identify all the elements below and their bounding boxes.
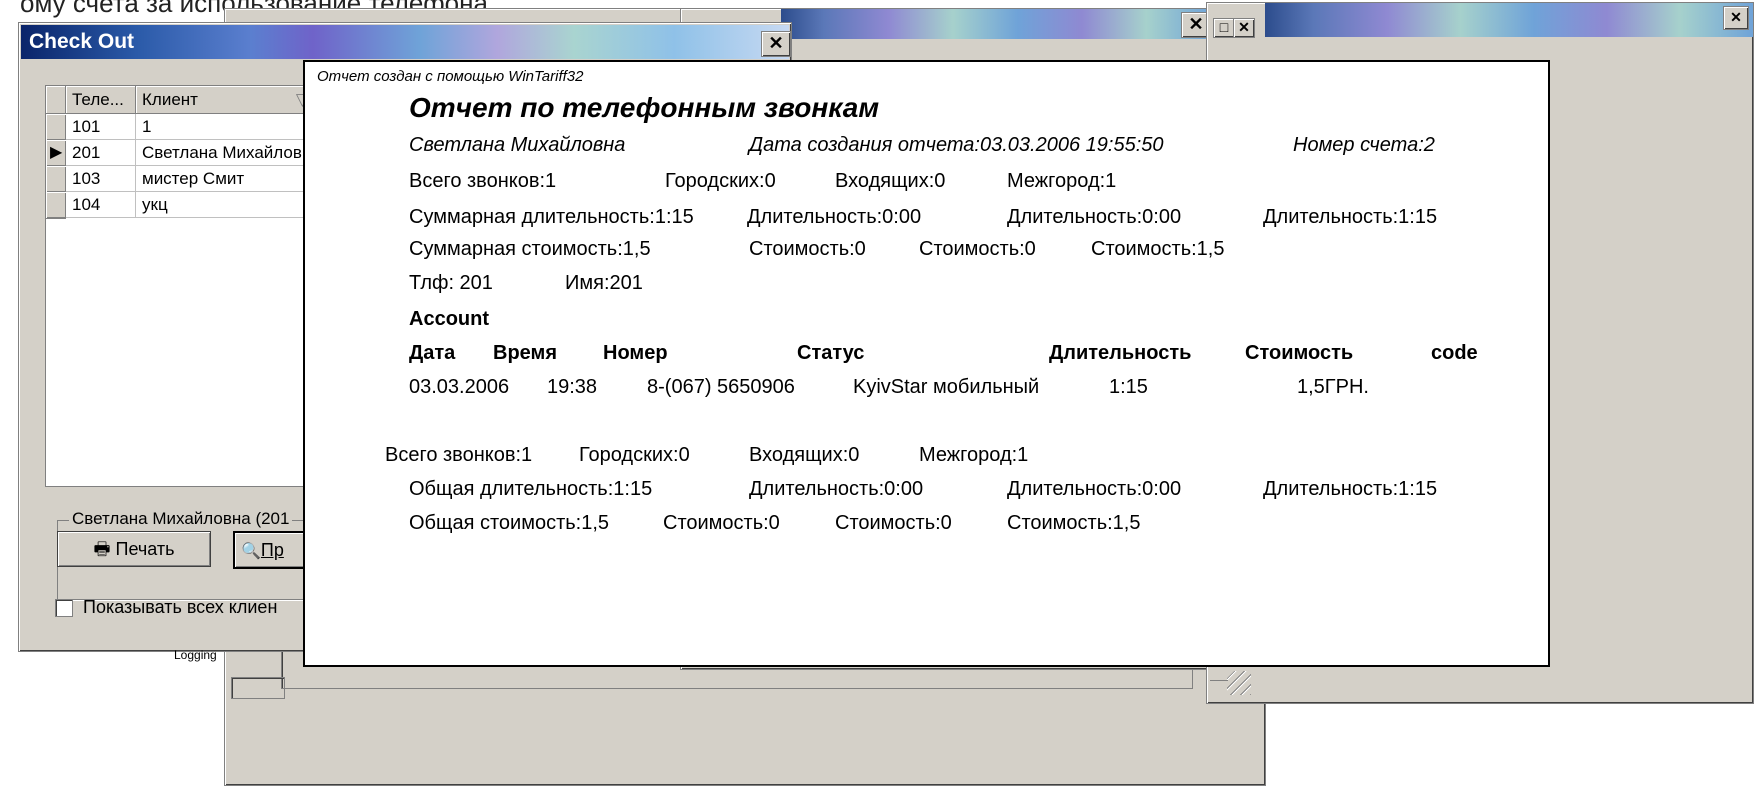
current-row-arrow-icon: ▶: [50, 144, 63, 161]
cell-client: мистер Смит: [136, 166, 316, 192]
checkout-titlebar[interactable]: Check Out: [21, 25, 789, 59]
close-icon[interactable]: ✕: [1723, 6, 1749, 30]
restore-icon[interactable]: □: [1213, 18, 1235, 38]
show-all-clients-checkbox[interactable]: [55, 599, 73, 617]
grid-header-client[interactable]: Клиент ▽: [136, 86, 316, 114]
cell-phone: 104: [66, 192, 136, 218]
call-cost: 1,5ГРН.: [1297, 376, 1369, 398]
window-title: Check Out: [29, 30, 135, 53]
summary-intercity: Межгород:1: [1007, 170, 1117, 192]
printer-icon: 🖶: [93, 539, 111, 559]
background-window-right-edge: [1210, 670, 1228, 681]
show-all-clients-label: Показывать всех клиен: [83, 597, 278, 617]
table-header-code: code: [1431, 342, 1478, 364]
footer-cost-local: Стоимость:0: [663, 512, 780, 534]
table-header-cost: Стоимость: [1245, 342, 1354, 364]
background-window-status-field: [231, 677, 285, 699]
row-indicator: [46, 166, 66, 193]
footer-total-duration: Общая длительность:1:15: [409, 478, 653, 500]
cell-client: Светлана Михайловна: [136, 140, 316, 166]
cell-phone: 101: [66, 114, 136, 140]
resize-grip[interactable]: [1227, 671, 1251, 695]
table-header-duration: Длительность: [1049, 342, 1192, 364]
cell-client: 1: [136, 114, 316, 140]
report-name: Имя:201: [565, 272, 643, 294]
clients-grid[interactable]: Теле... Клиент ▽ Да 101 1 24 ▶ 201 Светл…: [45, 85, 347, 487]
call-date: 03.03.2006: [409, 376, 510, 398]
print-button[interactable]: 🖶 Печать: [57, 531, 211, 567]
cell-client: укц: [136, 192, 316, 218]
table-row[interactable]: 104 укц 24: [46, 192, 346, 219]
summary-dur-local: Длительность:0:00: [747, 206, 922, 228]
groupbox-label: Светлана Михайловна (201: [69, 509, 293, 529]
footer-dur-local: Длительность:0:00: [749, 478, 924, 500]
row-indicator: [46, 114, 66, 141]
table-header-time: Время: [493, 342, 557, 364]
call-number: 8-(067) 5650906: [647, 376, 795, 398]
print-button-label: Печать: [115, 539, 175, 559]
close-icon[interactable]: ✕: [761, 31, 791, 57]
footer-total-calls: Всего звонков:1: [385, 444, 533, 466]
magnifier-icon: 🔍: [241, 543, 261, 560]
summary-dur-incoming: Длительность:0:00: [1007, 206, 1182, 228]
summary-dur-intercity: Длительность:1:15: [1263, 206, 1438, 228]
summary-cost-intercity: Стоимость:1,5: [1091, 238, 1225, 260]
report-window: Отчет создан с помощью WinTariff32 Отчет…: [303, 60, 1550, 667]
report-account-number: Номер счета:2: [1293, 134, 1435, 156]
table-header-date: Дата: [409, 342, 456, 364]
summary-total-cost: Суммарная стоимость:1,5: [409, 238, 651, 260]
table-row[interactable]: ▶ 201 Светлана Михайловна 03: [46, 140, 346, 167]
cell-phone: 103: [66, 166, 136, 192]
report-phone: Тлф: 201: [409, 272, 493, 294]
call-time: 19:38: [547, 376, 598, 398]
summary-local: Городских:0: [665, 170, 776, 192]
summary-cost-local: Стоимость:0: [749, 238, 866, 260]
summary-cost-incoming: Стоимость:0: [919, 238, 1036, 260]
footer-cost-incoming: Стоимость:0: [835, 512, 952, 534]
row-indicator: [46, 192, 66, 219]
table-header-status: Статус: [797, 342, 865, 364]
footer-dur-intercity: Длительность:1:15: [1263, 478, 1438, 500]
summary-total-calls: Всего звонков:1: [409, 170, 557, 192]
preview-button-label: Пр: [260, 540, 284, 560]
call-status: KyivStar мобильный: [853, 376, 1040, 398]
grid-header-phone[interactable]: Теле...: [66, 86, 136, 114]
close-icon[interactable]: ✕: [1233, 18, 1255, 38]
report-client-name: Светлана Михайловна: [409, 134, 626, 156]
grid-header-indicator: [46, 86, 66, 114]
footer-incoming: Входящих:0: [749, 444, 860, 466]
table-header-number: Номер: [603, 342, 668, 364]
call-duration: 1:15: [1109, 376, 1148, 398]
report-title: Отчет по телефонным звонкам: [409, 92, 880, 123]
report-created-with: Отчет создан с помощью WinTariff32: [317, 68, 584, 85]
logging-label: Logging: [174, 648, 217, 662]
row-indicator: ▶: [46, 140, 66, 167]
summary-incoming: Входящих:0: [835, 170, 946, 192]
report-section-account: Account: [409, 308, 489, 330]
footer-total-cost: Общая стоимость:1,5: [409, 512, 610, 534]
footer-local: Городских:0: [579, 444, 690, 466]
footer-intercity: Межгород:1: [919, 444, 1029, 466]
cell-phone: 201: [66, 140, 136, 166]
summary-total-duration: Суммарная длительность:1:15: [409, 206, 694, 228]
table-row[interactable]: 101 1 24: [46, 114, 346, 141]
grid-header-client-label: Клиент: [142, 90, 198, 109]
table-row[interactable]: 103 мистер Смит 03: [46, 166, 346, 193]
footer-cost-intercity: Стоимость:1,5: [1007, 512, 1141, 534]
report-created-date: Дата создания отчета:03.03.2006 19:55:50: [749, 134, 1164, 156]
footer-dur-incoming: Длительность:0:00: [1007, 478, 1182, 500]
